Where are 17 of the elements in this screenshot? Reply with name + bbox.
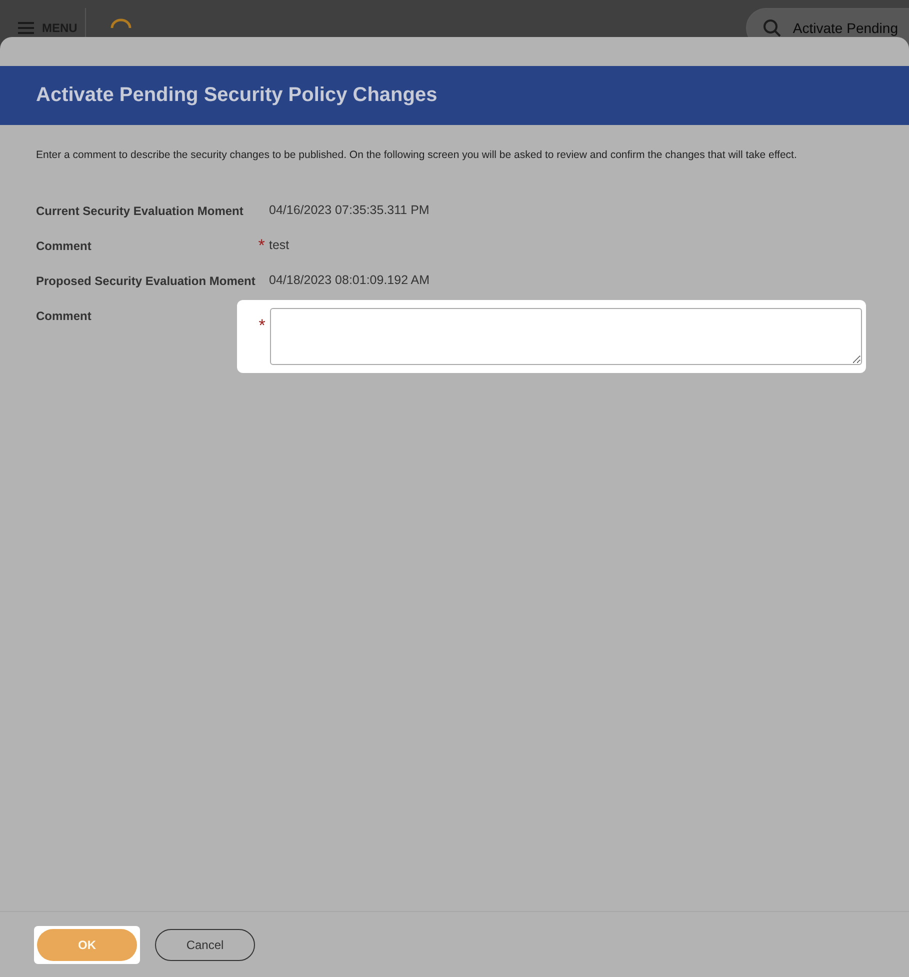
field-label: Comment [36,308,92,323]
instructions-text: Enter a comment to describe the security changes to be published. On the following screen you will be asked to review and confirm the changes that will take effect. [36,149,798,161]
cancel-button[interactable]: Cancel [155,928,255,960]
logo[interactable] [110,18,132,28]
field-label: Current Security Evaluation Moment [36,203,244,218]
menu-icon [18,22,34,34]
required-mark: * [258,315,266,337]
comment-input[interactable] [270,308,862,365]
ok-button[interactable]: OK [37,928,137,960]
field-value: 04/16/2023 07:35:35.311 PM [269,203,430,217]
required-mark: * [257,238,266,254]
field-value: 04/18/2023 08:01:09.192 AM [269,273,430,287]
dialog-title: Activate Pending Security Policy Changes [0,66,909,125]
field-value: test [269,238,290,252]
field-label: Comment [36,238,92,253]
field-label: Proposed Security Evaluation Moment [36,273,254,288]
search-icon [762,19,781,37]
